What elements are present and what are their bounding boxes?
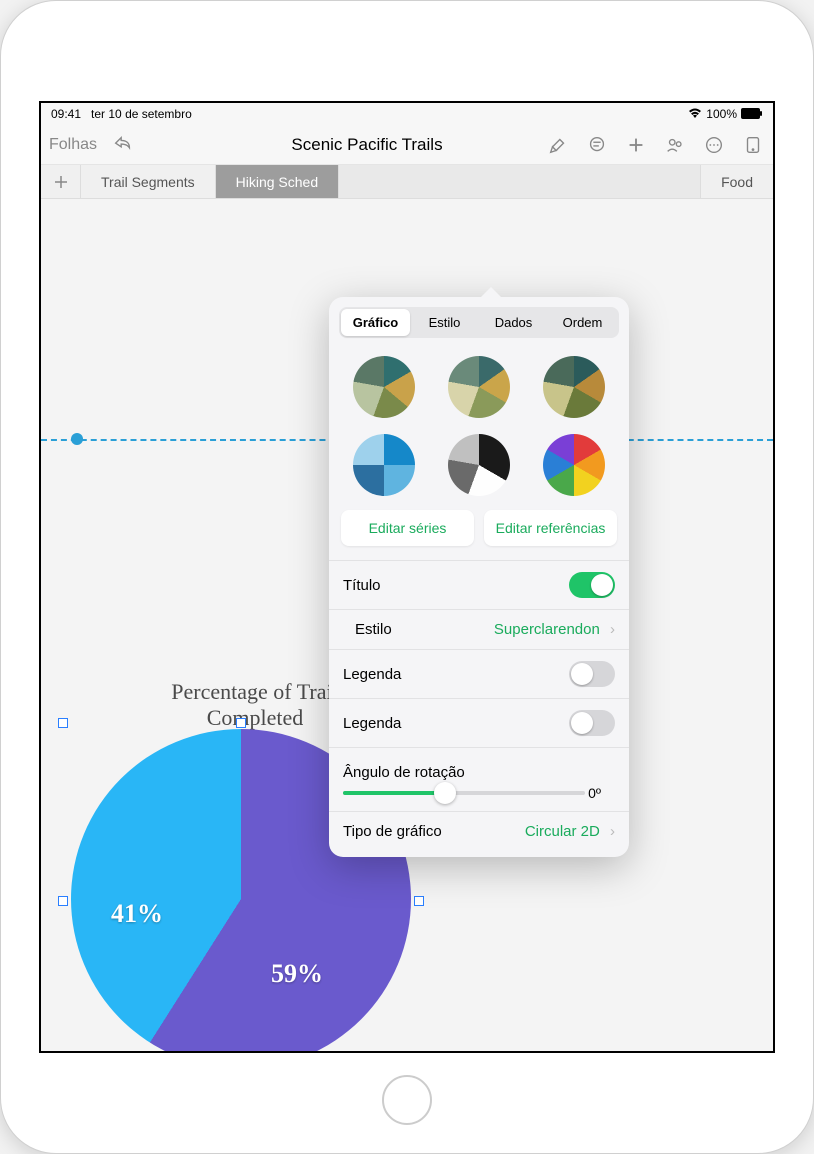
popover-list: Título Estilo Superclarendon › Legenda: [329, 560, 629, 851]
status-time: 09:41: [51, 107, 81, 121]
resize-handle[interactable]: [414, 896, 424, 906]
edit-series-button[interactable]: Editar séries: [341, 510, 474, 546]
row-label: Estilo: [355, 621, 392, 638]
battery-pct: 100%: [706, 107, 737, 121]
chart-type-value: Circular 2D: [525, 823, 600, 840]
row-label: Tipo de gráfico: [343, 823, 442, 840]
sheet-tab-food[interactable]: Food: [700, 165, 773, 198]
screen: 09:41 ter 10 de setembro 100% Folhas: [39, 101, 775, 1053]
document-title[interactable]: Scenic Pacific Trails: [189, 135, 545, 155]
segment-grafico[interactable]: Gráfico: [341, 309, 410, 336]
battery-icon: [741, 107, 763, 122]
row-estilo[interactable]: Estilo Superclarendon ›: [329, 609, 629, 649]
chart-style-swatch-3[interactable]: [543, 356, 605, 418]
segment-dados[interactable]: Dados: [479, 309, 548, 336]
resize-handle[interactable]: [58, 718, 68, 728]
chevron-right-icon: ›: [610, 823, 615, 840]
row-rotation: Ângulo de rotação 0º: [329, 747, 629, 811]
slider-thumb[interactable]: [434, 782, 456, 804]
format-brush-button[interactable]: [545, 129, 570, 161]
status-right: 100%: [688, 107, 763, 122]
rotation-value: 0º: [588, 785, 601, 801]
chart-style-swatch-5[interactable]: [448, 434, 510, 496]
resize-handle[interactable]: [58, 896, 68, 906]
row-label: Título: [343, 577, 381, 594]
status-left: 09:41 ter 10 de setembro: [51, 107, 192, 121]
row-legenda-1[interactable]: Legenda: [329, 649, 629, 698]
app-toolbar: Folhas Scenic Pacific Trails: [41, 125, 773, 165]
legenda-toggle-1[interactable]: [569, 661, 615, 687]
ipad-device: 09:41 ter 10 de setembro 100% Folhas: [0, 0, 814, 1154]
chart-style-swatch-4[interactable]: [353, 434, 415, 496]
add-button[interactable]: [623, 129, 648, 161]
status-bar: 09:41 ter 10 de setembro 100%: [41, 103, 773, 125]
status-date: ter 10 de setembro: [91, 107, 192, 121]
collaborate-button[interactable]: [662, 129, 687, 161]
segment-estilo[interactable]: Estilo: [410, 309, 479, 336]
back-button[interactable]: Folhas: [49, 136, 97, 154]
legenda-toggle-2[interactable]: [569, 710, 615, 736]
document-panel-button[interactable]: [740, 129, 765, 161]
chart-style-swatch-6[interactable]: [543, 434, 605, 496]
row-titulo[interactable]: Título: [329, 560, 629, 609]
segment-ordem[interactable]: Ordem: [548, 309, 617, 336]
titulo-toggle[interactable]: [569, 572, 615, 598]
canvas[interactable]: Percentage of Trail Completed 41% 59% G: [41, 199, 773, 1051]
row-label: Legenda: [343, 715, 401, 732]
row-chart-type[interactable]: Tipo de gráfico Circular 2D ›: [329, 811, 629, 851]
format-popover: Gráfico Estilo Dados Ordem Editar séries…: [329, 297, 629, 857]
chart-style-swatch-1[interactable]: [353, 356, 415, 418]
estilo-value: Superclarendon: [494, 621, 600, 638]
guide-handle[interactable]: [71, 433, 83, 445]
sheet-tab-hiking-sched[interactable]: Hiking Sched: [216, 165, 340, 198]
rotation-slider[interactable]: [343, 791, 585, 795]
row-label: Legenda: [343, 666, 401, 683]
home-button[interactable]: [382, 1075, 432, 1125]
edit-references-button[interactable]: Editar referências: [484, 510, 617, 546]
more-button[interactable]: [701, 129, 726, 161]
chevron-right-icon: ›: [610, 621, 615, 638]
chart-style-swatch-2[interactable]: [448, 356, 510, 418]
rotation-label: Ângulo de rotação: [343, 754, 615, 781]
row-legenda-2[interactable]: Legenda: [329, 698, 629, 747]
add-sheet-button[interactable]: [41, 165, 81, 198]
comment-icon[interactable]: [584, 129, 609, 161]
chart-style-swatches: [329, 346, 629, 510]
popover-segmented-control: Gráfico Estilo Dados Ordem: [339, 307, 619, 338]
wifi-icon: [688, 107, 702, 122]
pie-slice-label-59: 59%: [271, 959, 323, 989]
pie-slice-label-41: 41%: [111, 899, 163, 929]
sheet-tab-trail-segments[interactable]: Trail Segments: [81, 165, 216, 198]
sheet-tabs: Trail Segments Hiking Sched Food: [41, 165, 773, 199]
undo-button[interactable]: [107, 129, 139, 161]
